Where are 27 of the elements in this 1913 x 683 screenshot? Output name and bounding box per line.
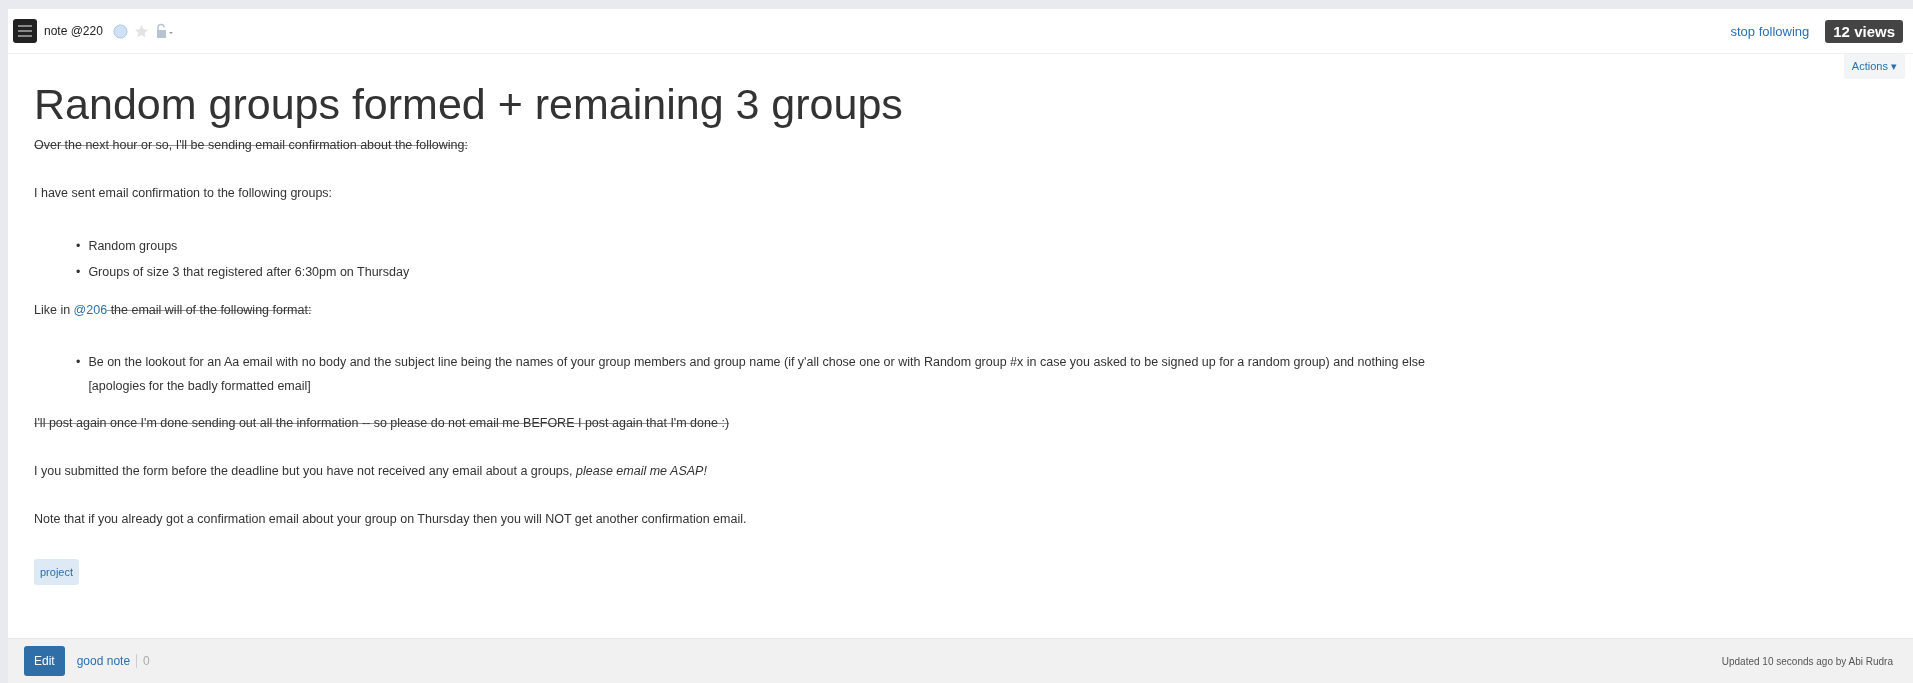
views-count: 12 views bbox=[1825, 19, 1903, 43]
note-label: note @220 bbox=[44, 24, 103, 38]
list-bullet: • bbox=[76, 238, 81, 255]
paragraph: Like in @206 the email will of the following format: bbox=[34, 302, 313, 318]
tag[interactable]: project bbox=[34, 559, 80, 585]
paragraph: I have sent email confirmation to the following groups: bbox=[34, 185, 334, 201]
paragraph: Over the next hour or so, I'll be sending email confirmation about the following: bbox=[34, 137, 469, 153]
star-icon[interactable] bbox=[133, 23, 149, 39]
lock-icon[interactable] bbox=[154, 23, 175, 39]
good-note-link[interactable]: good note bbox=[76, 654, 131, 668]
list-bullet: • bbox=[76, 354, 81, 371]
list-item: Groups of size 3 that registered after 6:30pm on Thursday bbox=[88, 264, 410, 281]
paragraph: Note that if you already got a confirmation email about your group on Thursday then you will NOT get another confirmation email. bbox=[34, 511, 748, 527]
menu-icon[interactable] bbox=[12, 18, 38, 44]
list-item: Random groups bbox=[88, 238, 178, 255]
note-link[interactable]: @206 bbox=[73, 303, 108, 317]
list-item: Be on the lookout for an Aa email with no body and the subject line being the names of your group members and group name (if y'all chose one or with Random group #x in case you asked to be signed up for a random group) and nothing else [apologies for the badly formatted email] bbox=[88, 354, 1426, 395]
edit-button[interactable]: Edit bbox=[24, 646, 65, 676]
paragraph: I you submitted the form before the deadline but you have not received any email about a groups, please email me ASAP! bbox=[34, 463, 708, 479]
paragraph: I'll post again once I'm done sending out all the information -- so please do not email me BEFORE I post again that I'm done :) bbox=[34, 415, 731, 431]
updated-info: Updated 10 seconds ago by Abi Rudra bbox=[1721, 655, 1893, 667]
good-note-count: 0 bbox=[136, 654, 150, 668]
globe-icon[interactable] bbox=[112, 23, 128, 39]
actions-button[interactable]: Actions ▾ bbox=[1843, 54, 1905, 79]
list-bullet: • bbox=[76, 264, 81, 281]
note-title: Random groups formed + remaining 3 groups bbox=[34, 79, 903, 129]
stop-following-link[interactable]: stop following bbox=[1730, 23, 1810, 39]
